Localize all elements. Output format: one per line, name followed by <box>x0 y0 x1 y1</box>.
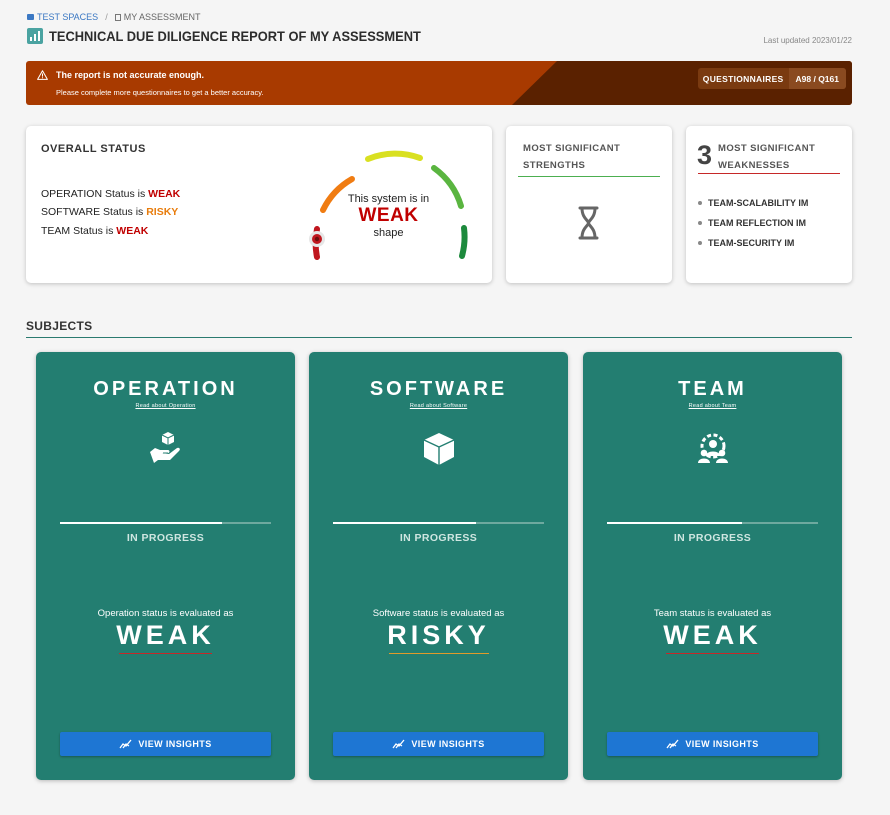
status-underline <box>666 653 759 654</box>
document-icon <box>114 13 121 21</box>
subject-status: WEAK <box>663 620 762 650</box>
weaknesses-card: 3 MOST SIGNIFICANT WEAKNESSES TEAM-SCALA… <box>686 126 852 283</box>
questionnaires-value: A98 / Q161 <box>788 68 846 89</box>
view-insights-button[interactable]: VIEW INSIGHTS <box>60 732 271 756</box>
strengths-divider <box>518 176 660 177</box>
weaknesses-title-line2: WEAKNESSES <box>718 160 790 171</box>
read-about-link[interactable]: Read about Operation <box>36 403 295 409</box>
subject-name: SOFTWARE <box>369 378 508 400</box>
subject-card-operation: OPERATION Read about Operation IN PROGRE… <box>36 352 295 780</box>
read-about-link[interactable]: Read about Team <box>583 403 842 409</box>
subject-name: TEAM <box>678 378 747 400</box>
alert-title: The report is not accurate enough. <box>56 70 205 80</box>
read-about-link[interactable]: Read about Software <box>309 403 568 409</box>
view-insights-button[interactable]: VIEW INSIGHTS <box>607 732 818 756</box>
insights-chart-icon <box>392 739 405 749</box>
overall-status-card: OVERALL STATUS OPERATION Status is WEAK … <box>26 126 492 283</box>
progress-bar <box>607 522 818 524</box>
subject-status: WEAK <box>116 620 215 650</box>
subjects-divider <box>26 337 852 338</box>
progress-fill <box>607 522 743 524</box>
weaknesses-title-line1: MOST SIGNIFICANT <box>718 143 816 154</box>
status-underline <box>389 653 489 654</box>
view-insights-label: VIEW INSIGHTS <box>138 739 212 749</box>
breadcrumb-current-label: MY ASSESSMENT <box>123 12 201 22</box>
bullet-icon <box>698 201 702 205</box>
view-insights-label: VIEW INSIGHTS <box>685 739 759 749</box>
weaknesses-title: MOST SIGNIFICANT WEAKNESSES <box>718 140 815 174</box>
breadcrumb-separator: / <box>105 12 108 22</box>
strengths-title: MOST SIGNIFICANT STRENGTHS <box>523 140 620 174</box>
hand-box-icon <box>150 432 180 463</box>
page-title: TECHNICAL DUE DILIGENCE REPORT OF MY ASS… <box>27 28 453 44</box>
page-title-text: TECHNICAL DUE DILIGENCE REPORT OF MY ASS… <box>49 28 421 44</box>
insights-chart-icon <box>666 739 679 749</box>
hourglass-icon <box>578 206 599 240</box>
weaknesses-count: 3 <box>697 140 713 170</box>
subject-status: RISKY <box>387 620 490 650</box>
subject-card-software: SOFTWARE Read about Software IN PROGRESS… <box>309 352 568 780</box>
weakness-label: TEAM-SECURITY IM <box>708 238 795 248</box>
evaluation-text: Operation status is evaluated as <box>97 608 234 619</box>
view-insights-button[interactable]: VIEW INSIGHTS <box>333 732 544 756</box>
breadcrumb: TEST SPACES / MY ASSESSMENT <box>27 12 201 22</box>
view-insights-label: VIEW INSIGHTS <box>411 739 485 749</box>
team-status-line: TEAM Status is WEAK <box>41 225 148 237</box>
questionnaires-badge[interactable]: QUESTIONNAIRES A98 / Q161 <box>697 68 846 89</box>
cube-icon <box>423 433 455 465</box>
progress-bar <box>60 522 271 524</box>
last-updated: Last updated 2023/01/22 <box>763 36 852 45</box>
accuracy-alert: The report is not accurate enough. Pleas… <box>26 61 852 105</box>
list-item[interactable]: TEAM REFLECTION IM <box>698 213 808 233</box>
folder-icon <box>27 14 34 20</box>
gauge-status: WEAK <box>358 205 419 226</box>
strengths-card: MOST SIGNIFICANT STRENGTHS <box>506 126 672 283</box>
progress-fill <box>60 522 223 524</box>
progress-bar <box>333 522 544 524</box>
warning-icon <box>37 70 48 80</box>
list-item[interactable]: TEAM-SCALABILITY IM <box>698 193 808 213</box>
operation-status-value: WEAK <box>148 188 181 200</box>
bullet-icon <box>698 221 702 225</box>
subjects-heading: SUBJECTS <box>26 319 93 333</box>
progress-label: IN PROGRESS <box>399 532 478 544</box>
software-status-line: SOFTWARE Status is RISKY <box>41 206 178 218</box>
subject-name: OPERATION <box>93 378 238 400</box>
alert-message: Please complete more questionnaires to g… <box>56 88 264 97</box>
weakness-label: TEAM REFLECTION IM <box>708 218 806 228</box>
team-icon <box>698 433 728 463</box>
weaknesses-divider <box>698 173 840 174</box>
gauge-caption-top: This system is in <box>347 193 430 205</box>
evaluation-text: Team status is evaluated as <box>653 608 772 619</box>
questionnaires-label: QUESTIONNAIRES <box>702 73 784 84</box>
bullet-icon <box>698 241 702 245</box>
software-status-value: RISKY <box>146 206 179 218</box>
insights-chart-icon <box>119 739 132 749</box>
subject-card-team: TEAM Read about Team IN PROGRESS Team st… <box>583 352 842 780</box>
gauge-caption-bottom: shape <box>373 227 404 239</box>
weaknesses-list: TEAM-SCALABILITY IM TEAM REFLECTION IM T… <box>698 193 808 253</box>
list-item[interactable]: TEAM-SECURITY IM <box>698 233 808 253</box>
breadcrumb-current: MY ASSESSMENT <box>114 12 201 22</box>
team-status-prefix: TEAM Status is <box>41 225 114 237</box>
gauge-indicator <box>309 231 325 247</box>
weakness-label: TEAM-SCALABILITY IM <box>708 198 809 208</box>
strengths-title-line1: MOST SIGNIFICANT <box>523 143 621 154</box>
report-chart-icon <box>27 28 43 44</box>
operation-status-prefix: OPERATION Status is <box>41 188 146 200</box>
status-underline <box>119 653 212 654</box>
progress-label: IN PROGRESS <box>673 532 752 544</box>
breadcrumb-test-spaces[interactable]: TEST SPACES <box>27 12 98 22</box>
overall-status-title: OVERALL STATUS <box>41 143 146 155</box>
progress-fill <box>333 522 477 524</box>
team-status-value: WEAK <box>116 225 149 237</box>
strengths-title-line2: STRENGTHS <box>523 160 586 171</box>
evaluation-text: Software status is evaluated as <box>372 608 505 619</box>
breadcrumb-space-label: TEST SPACES <box>37 12 99 22</box>
progress-label: IN PROGRESS <box>126 532 205 544</box>
operation-status-line: OPERATION Status is WEAK <box>41 188 180 200</box>
software-status-prefix: SOFTWARE Status is <box>41 206 144 218</box>
